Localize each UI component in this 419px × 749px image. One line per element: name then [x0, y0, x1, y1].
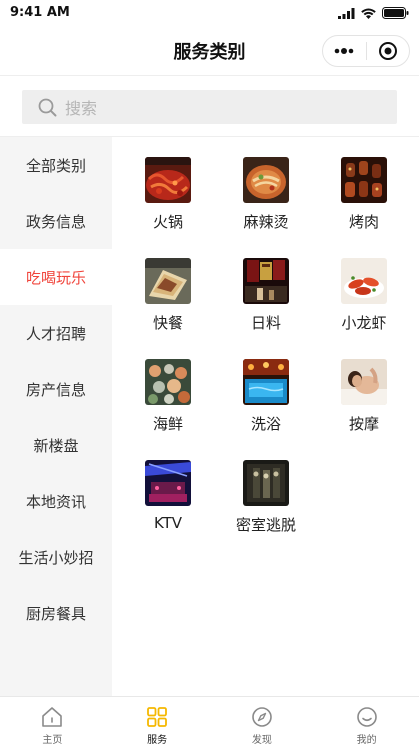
smile-icon [356, 707, 377, 727]
service-item-hotpot[interactable]: 火锅 [119, 157, 217, 258]
target-close-icon [378, 42, 397, 60]
service-item-bbq[interactable]: 烤肉 [315, 157, 413, 258]
sidebar-item-new-buildings[interactable]: 新楼盘 [0, 417, 112, 473]
service-item-ktv[interactable]: KTV [119, 460, 217, 561]
service-item-escape-room[interactable]: 密室逃脱 [217, 460, 315, 561]
sidebar-item-government[interactable]: 政务信息 [0, 193, 112, 249]
service-item-bath[interactable]: 洗浴 [217, 359, 315, 460]
signal-icon [338, 7, 355, 19]
home-icon [42, 707, 63, 727]
service-label: 洗浴 [250, 415, 281, 433]
service-grid: 火锅 麻辣烫 烤肉 快餐 日料 小龙虾 海鲜 洗浴 按摩 KTV 密室逃脱 [112, 137, 419, 696]
tab-label: 发现 [251, 735, 272, 746]
massage-photo [341, 359, 387, 405]
service-label: 按摩 [348, 415, 379, 433]
tab-bar: 主页 服务 发现 我的 [0, 696, 419, 749]
search-input[interactable]: 搜索 [22, 90, 397, 124]
service-label: 小龙虾 [341, 314, 387, 332]
sidebar-item-real-estate[interactable]: 房产信息 [0, 361, 112, 417]
grid-icon [147, 707, 168, 727]
fastfood-photo [145, 258, 191, 304]
malatang-photo [243, 157, 289, 203]
close-miniprogram-button[interactable] [366, 36, 409, 66]
search-area: 搜索 [0, 77, 419, 137]
service-label: 日料 [250, 314, 281, 332]
compass-icon [252, 707, 272, 727]
sidebar-item-kitchenware[interactable]: 厨房餐具 [0, 585, 112, 641]
japanese-food-photo [243, 258, 289, 304]
hotpot-photo [145, 157, 191, 203]
sidebar-item-jobs[interactable]: 人才招聘 [0, 305, 112, 361]
tab-discover[interactable]: 发现 [210, 697, 315, 749]
service-label: 麻辣烫 [243, 213, 289, 231]
ktv-photo [145, 460, 191, 506]
more-button[interactable] [323, 36, 366, 66]
service-item-massage[interactable]: 按摩 [315, 359, 413, 460]
service-label: 烤肉 [348, 213, 379, 231]
status-bar: 9:41 AM [0, 0, 419, 26]
bath-photo [243, 359, 289, 405]
category-sidebar: 全部类别 政务信息 吃喝玩乐 人才招聘 房产信息 新楼盘 本地资讯 生活小妙招 … [0, 137, 112, 696]
service-label: KTV [153, 514, 183, 532]
service-item-seafood[interactable]: 海鲜 [119, 359, 217, 460]
nav-bar: 服务类别 [0, 26, 419, 76]
service-item-japanese[interactable]: 日料 [217, 258, 315, 359]
escape-room-photo [243, 460, 289, 506]
service-label: 海鲜 [152, 415, 183, 433]
battery-icon [382, 7, 409, 19]
bbq-photo [341, 157, 387, 203]
service-item-malatang[interactable]: 麻辣烫 [217, 157, 315, 258]
wifi-icon [361, 8, 376, 19]
sidebar-item-all[interactable]: 全部类别 [0, 137, 112, 193]
sidebar-item-local-news[interactable]: 本地资讯 [0, 473, 112, 529]
status-time: 9:41 AM [10, 5, 70, 20]
status-icons [338, 6, 409, 20]
tab-service[interactable]: 服务 [105, 697, 210, 749]
more-dots-icon [334, 48, 354, 54]
service-label: 火锅 [152, 213, 183, 231]
tab-label: 服务 [147, 735, 168, 746]
tab-mine[interactable]: 我的 [314, 697, 419, 749]
service-item-crayfish[interactable]: 小龙虾 [315, 258, 413, 359]
seafood-photo [145, 359, 191, 405]
tab-label: 主页 [42, 735, 63, 746]
service-label: 快餐 [152, 314, 183, 332]
miniprogram-capsule [322, 35, 410, 67]
sidebar-item-food-entertainment[interactable]: 吃喝玩乐 [0, 249, 112, 305]
sidebar-item-life-tips[interactable]: 生活小妙招 [0, 529, 112, 585]
crayfish-photo [341, 258, 387, 304]
tab-home[interactable]: 主页 [0, 697, 105, 749]
search-icon [38, 98, 57, 116]
service-item-fastfood[interactable]: 快餐 [119, 258, 217, 359]
tab-label: 我的 [356, 735, 377, 746]
search-placeholder: 搜索 [65, 99, 98, 118]
service-label: 密室逃脱 [235, 516, 296, 534]
